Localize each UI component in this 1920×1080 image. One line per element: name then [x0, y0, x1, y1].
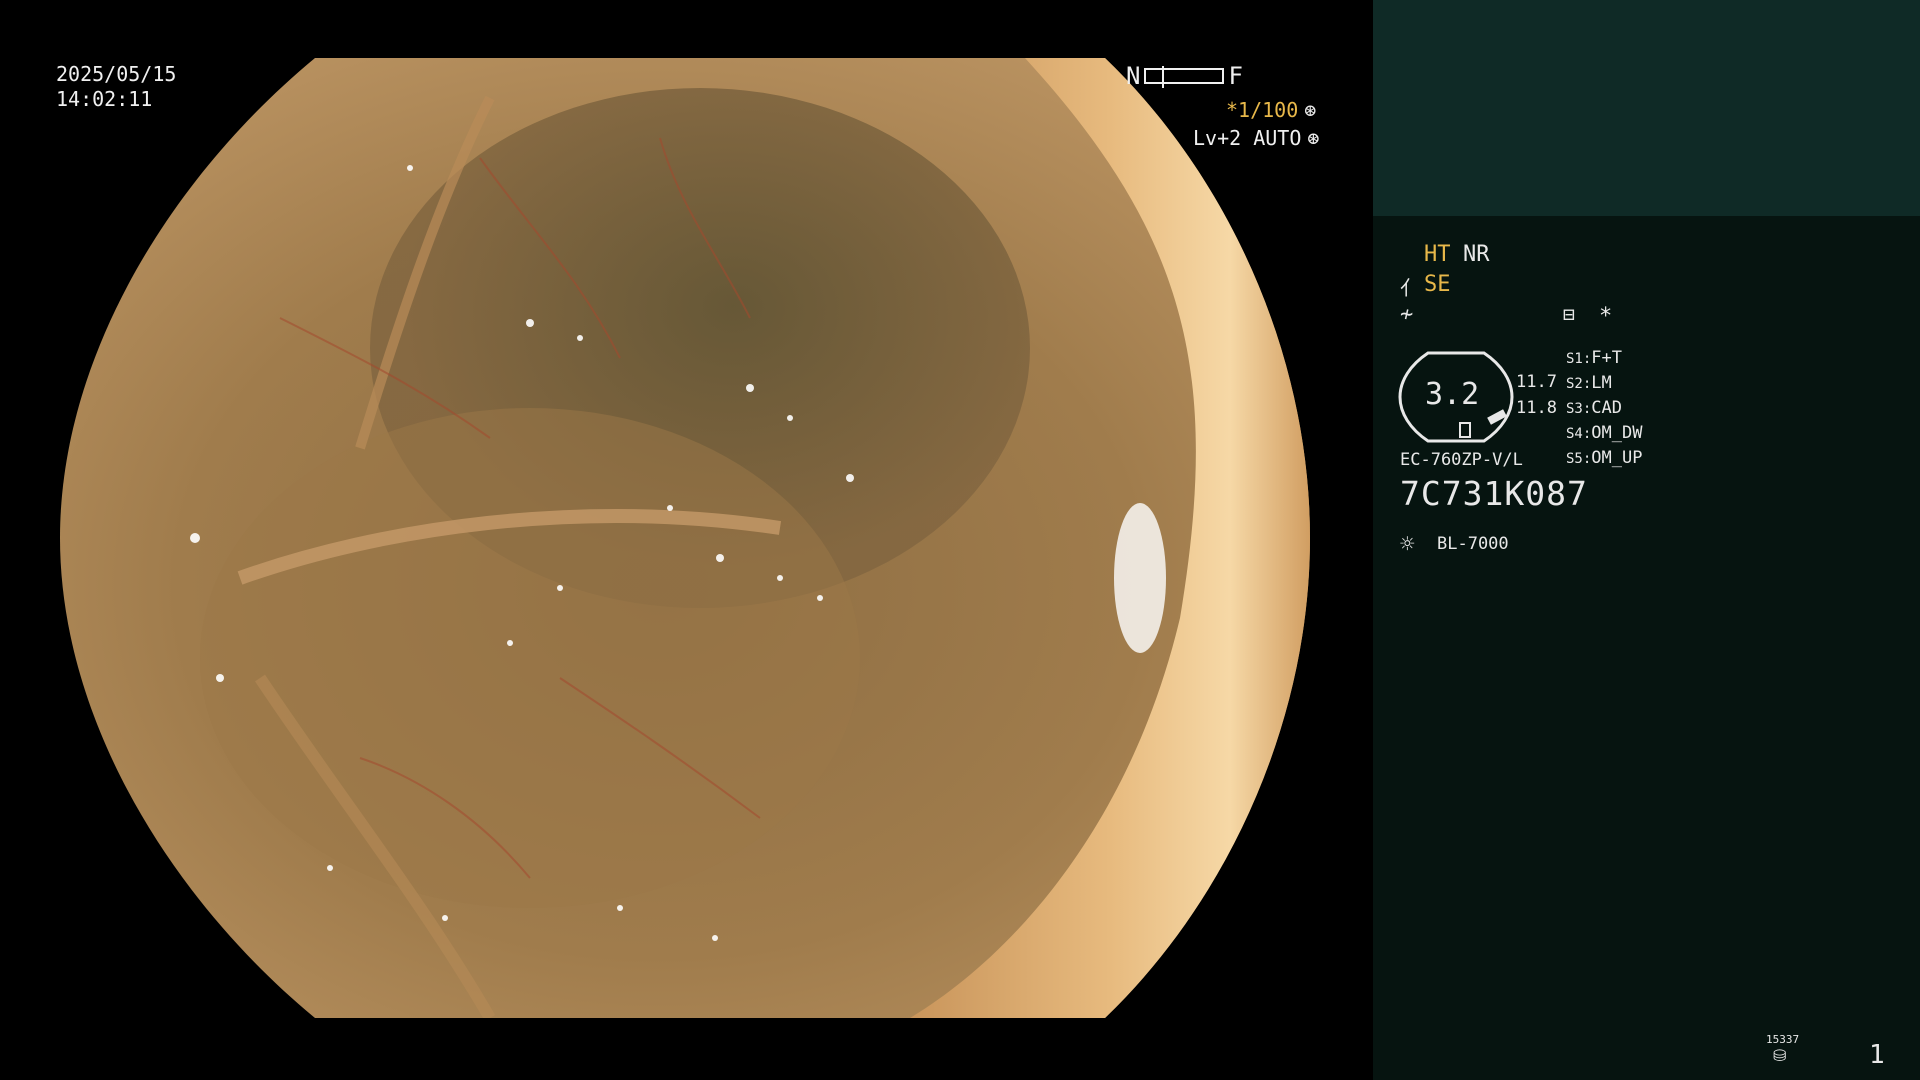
light-source: BL-7000 — [1437, 534, 1509, 554]
scope-serial: 7C731K087 — [1400, 474, 1588, 513]
ht-mode: HT — [1424, 242, 1451, 267]
switch-s3-key: S3: — [1566, 401, 1592, 417]
endoscope-image-svg — [60, 58, 1310, 1018]
datetime: 2025/05/15 14:02:11 — [56, 62, 176, 112]
switch-s4: S4:OM_DW — [1566, 423, 1642, 443]
switch-s3-value: CAD — [1591, 398, 1623, 418]
near-far-track — [1144, 66, 1225, 88]
panel-header-area — [1373, 0, 1920, 216]
page-number: 1 — [1869, 1040, 1885, 1070]
shutter-readout: *1/100 ⊛ — [1226, 98, 1316, 122]
near-label: N — [1126, 62, 1141, 90]
switch-s2-value: LM — [1591, 373, 1612, 393]
endoscope-image — [60, 58, 1310, 1018]
storage-icon: ⛁ — [1773, 1046, 1787, 1065]
info-panel: HT NR ⺅ SE ≁ ⊟ * 3.2 11.7 11.8 S1:F+T S2… — [1373, 0, 1920, 1080]
switch-s2-key: S2: — [1566, 376, 1592, 392]
switch-s5: S5:OM_UP — [1566, 448, 1642, 468]
switch-s1: S1:F+T — [1566, 348, 1622, 368]
se-mode: SE — [1424, 272, 1451, 297]
memo-icon: ⊟ — [1563, 302, 1576, 326]
color-enhance-icon: ≁ — [1400, 302, 1414, 327]
readout-1: 11.7 — [1516, 372, 1557, 392]
iris-readout: Lv+2 AUTO ⊛ — [1193, 126, 1319, 150]
nr-mode: NR — [1463, 242, 1490, 267]
scope-model: EC-760ZP-V/L — [1400, 450, 1523, 470]
date-text: 2025/05/15 — [56, 62, 177, 86]
switch-s4-value: OM_DW — [1591, 423, 1643, 443]
video-area: 2025/05/15 14:02:11 N F *1/100 ⊛ Lv+2 AU… — [0, 0, 1373, 1080]
readout-2: 11.8 — [1516, 398, 1557, 418]
far-label: F — [1228, 62, 1243, 90]
near-far-indicator: N F — [1126, 62, 1243, 90]
switch-s2: S2:LM — [1566, 373, 1612, 393]
shutter-text: *1/100 — [1226, 98, 1299, 122]
time-text: 14:02:11 — [56, 87, 153, 111]
switch-s4-key: S4: — [1566, 426, 1592, 442]
light-icon: ☼ — [1400, 530, 1415, 558]
star-indicator: * — [1599, 304, 1613, 329]
switch-s5-key: S5: — [1566, 451, 1592, 467]
iris-icon: ⊛ — [1307, 126, 1320, 150]
switch-s1-value: F+T — [1591, 348, 1623, 368]
iris-text: Lv+2 AUTO — [1193, 126, 1302, 150]
switch-s1-key: S1: — [1566, 351, 1592, 367]
switch-s3: S3:CAD — [1566, 398, 1622, 418]
structure-enhance-icon: ⺅ — [1400, 276, 1420, 300]
switch-s5-value: OM_UP — [1591, 448, 1643, 468]
storage-count: 15337 — [1766, 1033, 1800, 1046]
shutter-icon: ⊛ — [1304, 98, 1317, 122]
near-far-marker — [1162, 66, 1165, 88]
gauge-value: 3.2 — [1425, 377, 1480, 412]
